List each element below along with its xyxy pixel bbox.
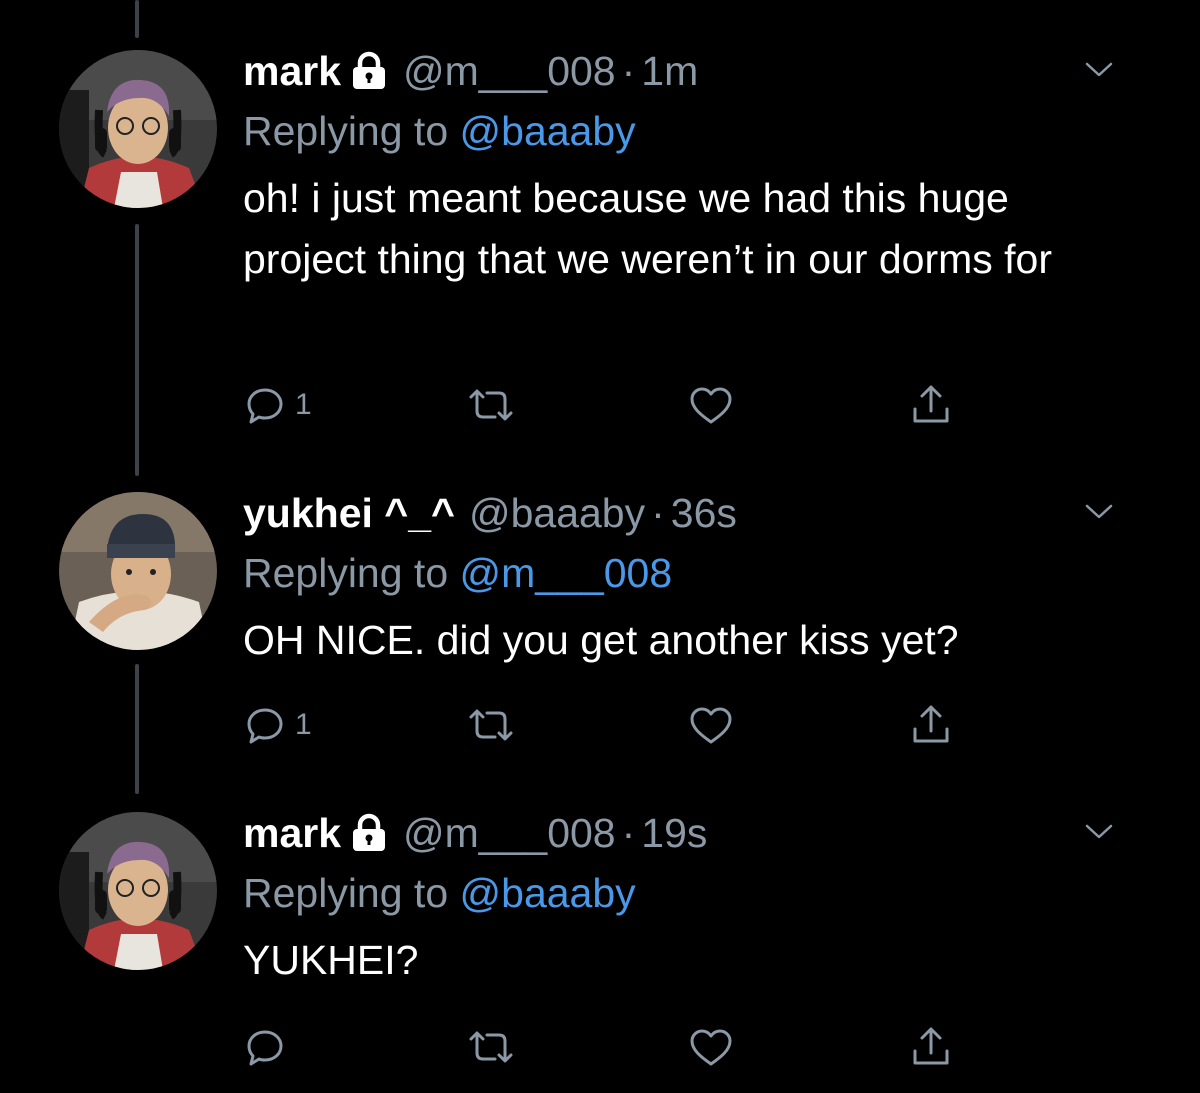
- tweet[interactable]: mark @m___008 · 19s Replying to @baaaby …: [0, 0, 1200, 1093]
- like-button[interactable]: [687, 1022, 735, 1072]
- lock-icon: [353, 813, 386, 851]
- tweet-actions: [243, 1022, 963, 1072]
- chevron-down-icon[interactable]: [1084, 822, 1114, 842]
- display-name[interactable]: mark: [243, 808, 341, 858]
- share-icon: [913, 1027, 949, 1065]
- reply-button[interactable]: [243, 1022, 295, 1072]
- tweet-header: mark @m___008 · 19s: [243, 808, 1160, 858]
- reply-icon: [247, 1030, 283, 1066]
- tweet-text: YUKHEI?: [243, 937, 419, 983]
- retweet-icon: [469, 1031, 513, 1063]
- user-handle[interactable]: @m___008: [403, 808, 616, 858]
- replying-to: Replying to @baaaby: [243, 868, 1160, 918]
- mention-link[interactable]: @baaaby: [460, 870, 636, 916]
- share-button[interactable]: [907, 1022, 955, 1072]
- avatar[interactable]: [59, 812, 217, 970]
- separator-dot: ·: [621, 810, 636, 856]
- retweet-button[interactable]: [465, 1022, 517, 1072]
- timestamp[interactable]: 19s: [641, 808, 707, 858]
- like-icon: [690, 1029, 732, 1066]
- replying-to-label: Replying to: [243, 870, 449, 916]
